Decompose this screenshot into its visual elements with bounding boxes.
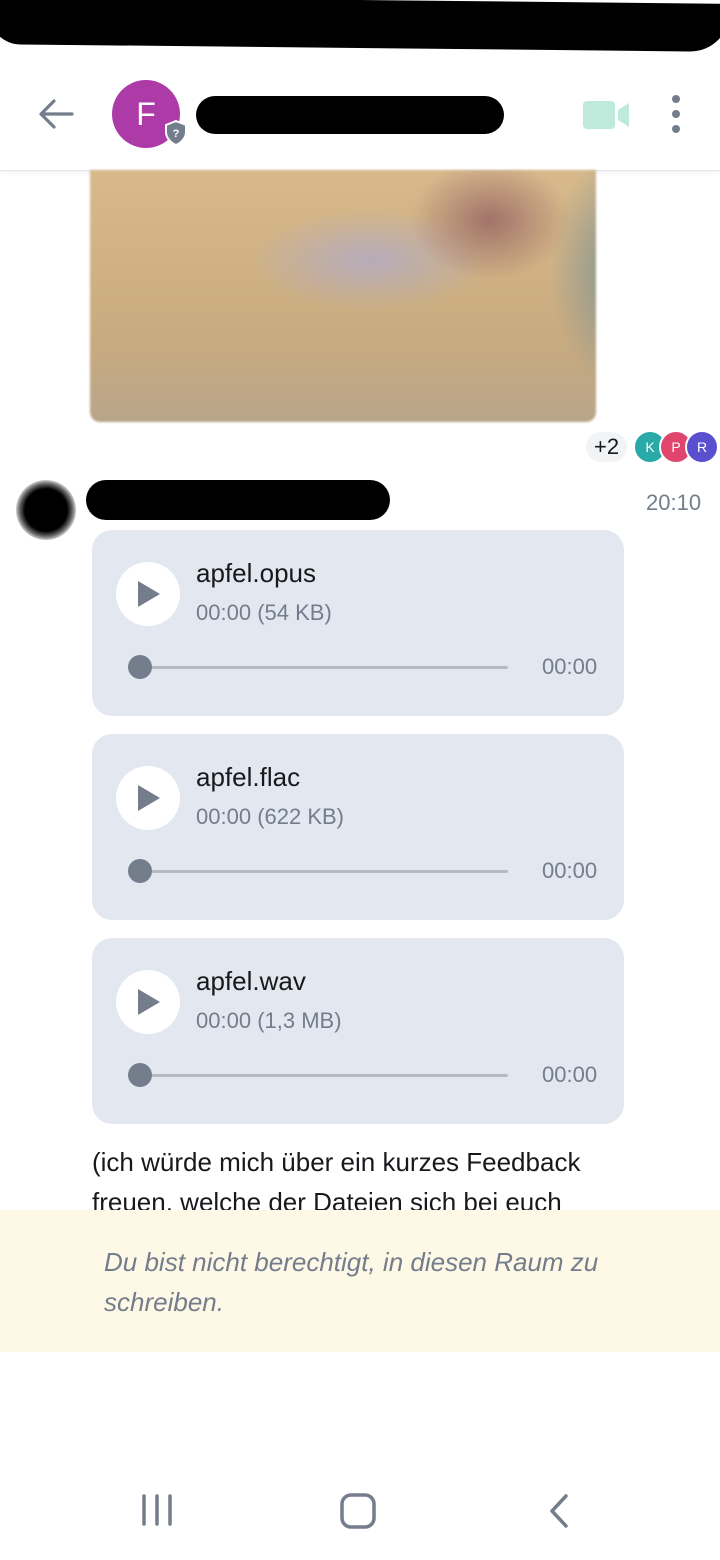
audio-position: 00:00 <box>196 1008 252 1033</box>
audio-seek-handle[interactable] <box>128 655 152 679</box>
audio-filename: apfel.flac <box>196 762 301 792</box>
audio-seekbar[interactable] <box>140 870 508 873</box>
sender-name-redaction <box>86 480 390 520</box>
play-button[interactable] <box>116 970 180 1034</box>
back-button[interactable] <box>34 94 78 134</box>
more-vertical-icon <box>672 109 680 118</box>
audio-seekbar[interactable] <box>140 1074 508 1077</box>
home-button[interactable] <box>338 1492 378 1535</box>
audio-filesize: (1,3 MB) <box>257 1008 342 1033</box>
image-message[interactable] <box>90 170 596 422</box>
recent-apps-icon <box>142 1494 172 1526</box>
audio-filesize: (622 KB) <box>257 804 345 829</box>
no-permission-banner: Du bist nicht berechtigt, in diesen Raum… <box>0 1210 720 1352</box>
arrow-left-icon <box>39 99 74 129</box>
play-button[interactable] <box>116 766 180 830</box>
video-call-button[interactable] <box>582 98 630 132</box>
recent-apps-button[interactable] <box>136 1492 178 1533</box>
svg-text:?: ? <box>173 128 180 140</box>
back-chevron-icon <box>550 1494 568 1528</box>
read-receipts-count: +2 <box>586 432 628 462</box>
audio-filename: apfel.wav <box>196 966 306 996</box>
home-icon <box>340 1493 376 1529</box>
room-header: F ? <box>0 54 720 171</box>
room-name-redaction <box>196 96 504 134</box>
audio-filename: apfel.opus <box>196 558 316 588</box>
play-button[interactable] <box>116 562 180 626</box>
audio-duration: 00:00 <box>542 654 598 679</box>
audio-position: 00:00 <box>196 804 252 829</box>
shield-question-icon: ? <box>165 120 187 146</box>
system-back-button[interactable] <box>542 1492 576 1535</box>
audio-seek-handle[interactable] <box>128 1063 152 1087</box>
system-navigation-bar <box>0 1460 720 1560</box>
video-camera-icon <box>583 101 629 129</box>
audio-duration: 00:00 <box>542 858 598 883</box>
room-options-button[interactable] <box>662 92 690 136</box>
audio-attachment: apfel.wav 00:00 (1,3 MB) 00:00 <box>92 938 624 1124</box>
more-vertical-icon <box>672 124 680 133</box>
more-vertical-icon <box>672 95 680 104</box>
audio-seekbar[interactable] <box>140 666 508 669</box>
audio-duration: 00:00 <box>542 1062 598 1087</box>
message-timestamp: 20:10 <box>646 490 702 515</box>
play-icon <box>138 989 160 1015</box>
audio-meta: 00:00 (54 KB) <box>196 600 332 626</box>
audio-meta: 00:00 (622 KB) <box>196 804 344 830</box>
audio-attachment: apfel.opus 00:00 (54 KB) 00:00 <box>92 530 624 716</box>
read-receipts[interactable]: +2 K P R <box>586 430 720 464</box>
audio-attachment: apfel.flac 00:00 (622 KB) 00:00 <box>92 734 624 920</box>
status-bar-redaction <box>0 0 720 52</box>
audio-filesize: (54 KB) <box>257 600 332 625</box>
audio-seek-handle[interactable] <box>128 859 152 883</box>
receipt-avatar: R <box>685 430 720 464</box>
play-icon <box>138 581 160 607</box>
no-permission-text: Du bist nicht berechtigt, in diesen Raum… <box>104 1247 599 1317</box>
audio-meta: 00:00 (1,3 MB) <box>196 1008 342 1034</box>
audio-position: 00:00 <box>196 600 252 625</box>
sender-avatar[interactable] <box>16 480 76 540</box>
play-icon <box>138 785 160 811</box>
